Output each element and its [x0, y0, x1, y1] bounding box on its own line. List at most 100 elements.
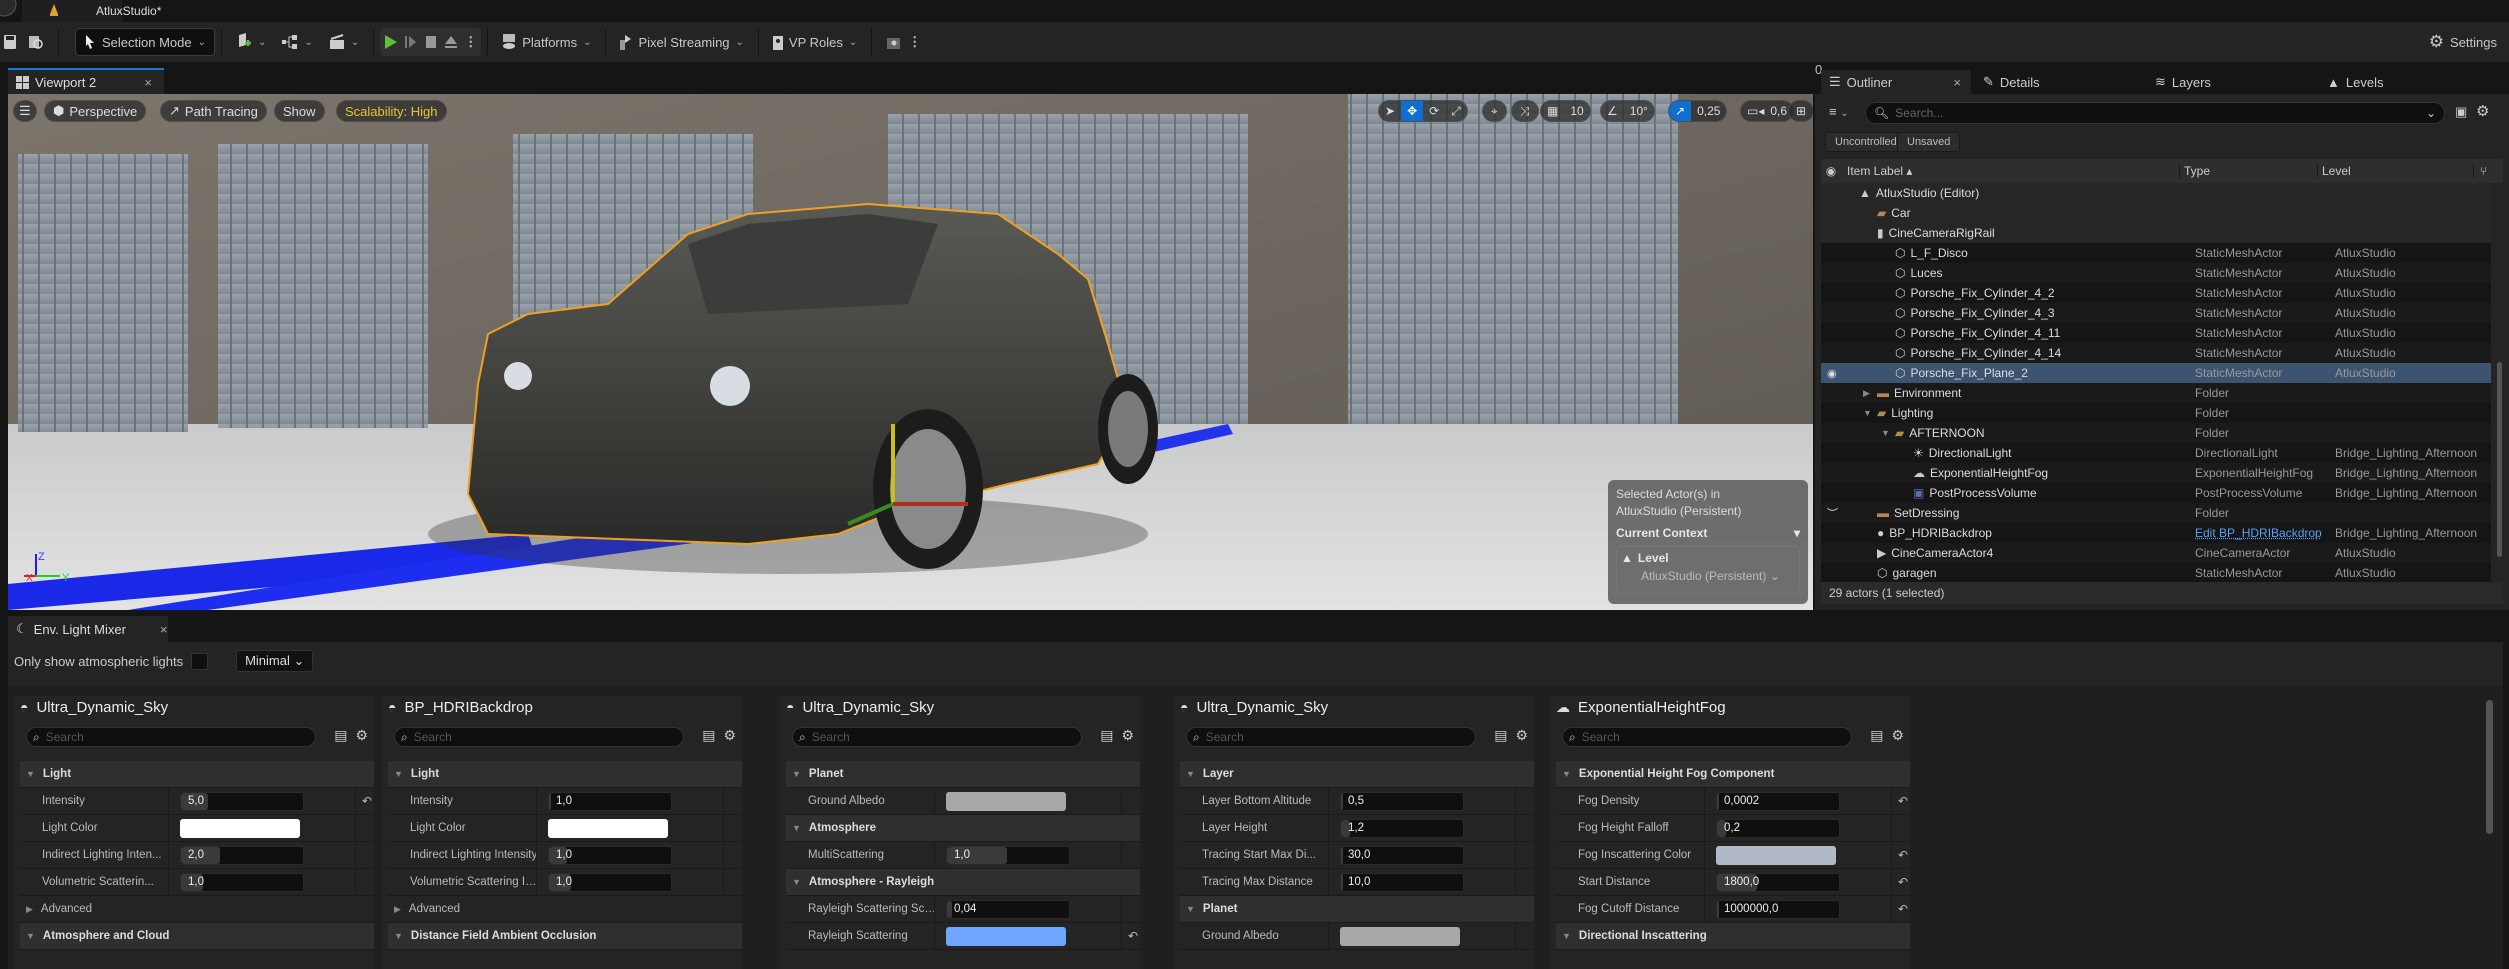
property-category[interactable]: ▼ Directional Inscattering	[1556, 923, 1910, 950]
reset-to-default-icon[interactable]: ↶	[362, 794, 372, 808]
surface-snap-button[interactable]: ⤨	[1511, 100, 1539, 122]
table-view-icon[interactable]: ▤	[1870, 727, 1883, 744]
tab-details[interactable]: ✎ Details	[1983, 70, 2040, 94]
numeric-slider-input[interactable]: 0,2	[1716, 818, 1840, 838]
property-category[interactable]: ▼ Layer	[1180, 761, 1534, 788]
numeric-slider-input[interactable]: 0,5	[1340, 791, 1464, 811]
level-viewport[interactable]: ☰ ⬢ Perspective ↗ Path Tracing Show Scalab…	[8, 94, 1813, 610]
path-tracing-button[interactable]: ↗ Path Tracing	[160, 100, 267, 122]
save-icon[interactable]	[0, 28, 20, 56]
outliner-row[interactable]: ︶ ▬ SetDressing Folder	[1821, 503, 2491, 523]
property-category[interactable]: ▼ Light	[388, 761, 742, 788]
color-swatch[interactable]	[1716, 845, 1836, 865]
property-category[interactable]: ▼ Atmosphere	[786, 815, 1140, 842]
numeric-slider-input[interactable]: 1,0	[548, 791, 672, 811]
numeric-slider-input[interactable]: 1,0	[548, 845, 672, 865]
close-icon[interactable]: ×	[144, 75, 152, 90]
filter-chip-unsaved[interactable]: Unsaved	[1897, 132, 1961, 152]
outliner-row[interactable]: ⬡ Porsche_Fix_Cylinder_4_3 StaticMeshActor…	[1821, 303, 2491, 323]
numeric-slider-input[interactable]: 1,0	[548, 872, 672, 892]
numeric-slider-input[interactable]: 2,0	[180, 845, 304, 865]
property-category[interactable]: ▼ Light	[20, 761, 374, 788]
reset-to-default-icon[interactable]: ↶	[1898, 902, 1908, 916]
outliner-row[interactable]: ▼ ▰ AFTERNOON Folder	[1821, 423, 2491, 443]
visibility-eye-icon[interactable]: ◉	[1827, 367, 1837, 380]
property-category[interactable]: ▼ Atmosphere and Cloud	[20, 923, 374, 950]
gear-icon[interactable]: ⚙	[2476, 102, 2489, 120]
gear-icon[interactable]: ⚙	[723, 727, 736, 744]
numeric-slider-input[interactable]: 30,0	[1340, 845, 1464, 865]
close-icon[interactable]: ×	[160, 622, 168, 637]
panel-search-input[interactable]: ⌕ Search	[792, 727, 1082, 747]
outliner-row[interactable]: ⬡ Porsche_Fix_Cylinder_4_2 StaticMeshActor…	[1821, 283, 2491, 303]
add-actor-button[interactable]: ⌄	[228, 28, 274, 56]
outliner-row[interactable]: ⬡ Porsche_Fix_Cylinder_4_14 StaticMeshActo…	[1821, 343, 2491, 363]
tab-outliner[interactable]: ☰ Outliner ×	[1821, 70, 1971, 94]
property-category[interactable]: ▼ Atmosphere - Rayleigh	[786, 869, 1140, 896]
outliner-row[interactable]: ⬡ Porsche_Fix_Cylinder_4_11 StaticMeshActo…	[1821, 323, 2491, 343]
view-mode-dropdown[interactable]: Minimal ⌄	[236, 650, 314, 672]
add-folder-icon[interactable]: ▣	[2455, 104, 2467, 120]
outliner-row[interactable]: ◉ ⬡ Porsche_Fix_Plane_2 StaticMeshActor Atlu…	[1821, 363, 2491, 383]
outliner-row[interactable]: ▮ CineCameraRigRail	[1821, 223, 2491, 243]
property-category[interactable]: ▼ Distance Field Ambient Occlusion	[388, 923, 742, 950]
outliner-row[interactable]: ☀ DirectionalLight DirectionalLight Bridge_…	[1821, 443, 2491, 463]
numeric-slider-input[interactable]: 1800,0	[1716, 872, 1840, 892]
outliner-row[interactable]: ⬡ garagen StaticMeshActor AtluxStudio	[1821, 563, 2491, 583]
table-view-icon[interactable]: ▤	[1100, 727, 1113, 744]
coordinate-system-button[interactable]: ⌖	[1482, 100, 1507, 122]
vp-roles-dropdown[interactable]: VP Roles ⌄	[765, 28, 865, 56]
column-type[interactable]: Type	[2179, 164, 2317, 178]
reset-to-default-icon[interactable]: ↶	[1898, 848, 1908, 862]
translate-tool-icon[interactable]: ✥	[1401, 101, 1424, 121]
visibility-column-icon[interactable]: ◉	[1821, 164, 1841, 178]
mixer-scrollbar[interactable]	[2486, 700, 2493, 834]
viewport-menu-button[interactable]: ☰	[13, 100, 37, 122]
only-atmospheric-checkbox[interactable]	[191, 652, 209, 670]
panel-search-input[interactable]: ⌕ Search	[1186, 727, 1476, 747]
browse-content-icon[interactable]	[20, 28, 52, 56]
rotation-snap-button[interactable]: ∠ 10°	[1600, 100, 1655, 122]
close-icon[interactable]: ×	[1953, 75, 1961, 90]
table-view-icon[interactable]: ▤	[334, 727, 347, 744]
source-control-column-icon[interactable]: ⑂	[2473, 164, 2487, 178]
property-category[interactable]: ▼ Exponential Height Fog Component	[1556, 761, 1910, 788]
reset-to-default-icon[interactable]: ↶	[1128, 929, 1138, 943]
unreal-logo-icon[interactable]	[0, 0, 22, 22]
property-category[interactable]: ▶ Advanced	[20, 896, 374, 923]
outliner-row[interactable]: ▲ AtluxStudio (Editor)	[1821, 183, 2491, 203]
select-tool-icon[interactable]: ➤	[1379, 101, 1401, 121]
outliner-row[interactable]: ▶ CineCameraActor4 CineCameraActor AtluxStu…	[1821, 543, 2491, 563]
blueprint-button[interactable]: ⌄	[274, 28, 320, 56]
scale-snap-button[interactable]: ↗ 0,25	[1668, 100, 1728, 122]
settings-button[interactable]: ⚙ Settings	[2421, 28, 2505, 56]
color-swatch[interactable]	[180, 818, 300, 838]
stop-icon[interactable]	[424, 34, 438, 50]
outliner-row[interactable]: ⬡ L_F_Disco StaticMeshActor AtluxStudio	[1821, 243, 2491, 263]
numeric-slider-input[interactable]: 5,0	[180, 791, 304, 811]
property-category[interactable]: ▼ Planet	[786, 761, 1140, 788]
play-options-icon[interactable]: ⋮	[464, 34, 477, 50]
gear-icon[interactable]: ⚙	[1891, 727, 1904, 744]
gear-icon[interactable]: ⚙	[1515, 727, 1528, 744]
level-dropdown[interactable]: AtluxStudio (Persistent) ⌄	[1621, 569, 1795, 583]
expand-down-icon[interactable]: ▼	[1863, 408, 1872, 418]
platforms-dropdown[interactable]: Platforms ⌄	[494, 28, 599, 56]
outliner-row[interactable]: ▶ ▬ Environment Folder	[1821, 383, 2491, 403]
color-swatch[interactable]	[548, 818, 668, 838]
play-icon[interactable]	[384, 34, 398, 50]
property-category[interactable]: ▶ Advanced	[388, 896, 742, 923]
panel-search-input[interactable]: ⌕ Search	[1562, 727, 1852, 747]
outliner-row[interactable]: ⬡ Luces StaticMeshActor AtluxStudio	[1821, 263, 2491, 283]
color-swatch[interactable]	[946, 926, 1066, 946]
step-icon[interactable]	[404, 34, 418, 50]
camera-speed-button[interactable]: ▭◂ 0,6	[1740, 100, 1795, 122]
cinematics-button[interactable]: ⌄	[321, 28, 367, 56]
property-category[interactable]: ▼ Planet	[1180, 896, 1534, 923]
expand-down-icon[interactable]: ▼	[1881, 428, 1890, 438]
numeric-slider-input[interactable]: 10,0	[1340, 872, 1464, 892]
outliner-row[interactable]: ▣ PostProcessVolume PostProcessVolume Bridg…	[1821, 483, 2491, 503]
viewport-layout-button[interactable]: ⊞	[1788, 100, 1813, 122]
rotate-tool-icon[interactable]: ⟳	[1423, 101, 1445, 121]
perspective-button[interactable]: ⬢ Perspective	[44, 100, 147, 122]
